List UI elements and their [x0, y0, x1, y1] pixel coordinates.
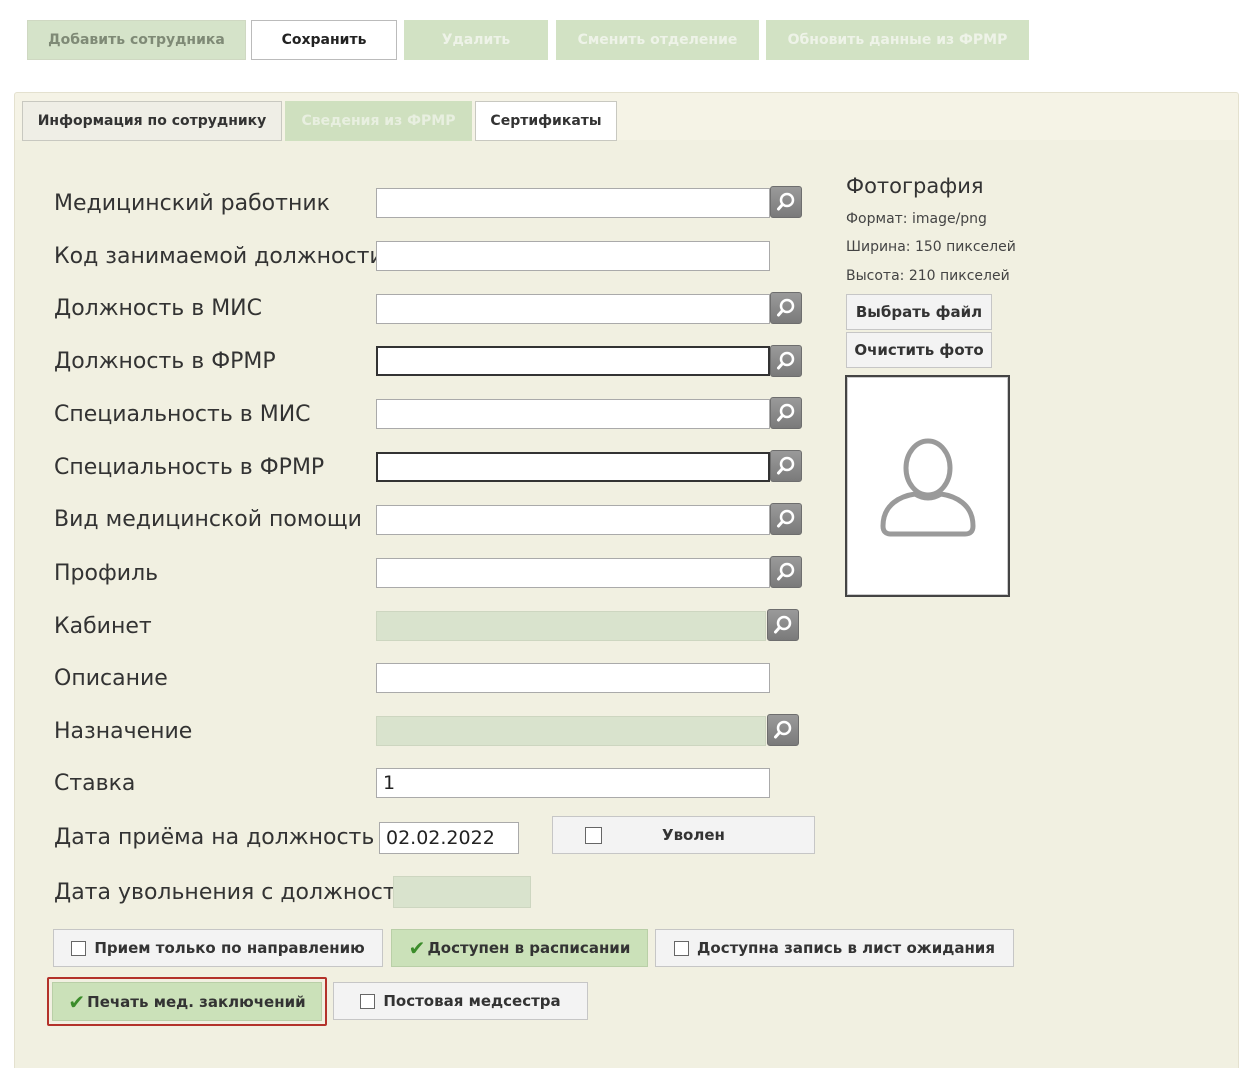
- hire-date-label: Дата приёма на должность: [54, 825, 375, 850]
- change-department-button[interactable]: Сменить отделение: [556, 20, 759, 60]
- specialty-mis-label: Специальность в МИС: [54, 402, 311, 427]
- medical-worker-input[interactable]: [376, 188, 770, 218]
- referral-only-checkbox-button[interactable]: Прием только по направлению: [53, 929, 383, 967]
- profile-lookup-button[interactable]: [770, 556, 802, 588]
- dismissed-label: Уволен: [662, 826, 725, 844]
- specialty-frmr-label: Специальность в ФРМР: [54, 455, 325, 480]
- checkmark-icon: ✔: [408, 936, 426, 960]
- specialty-frmr-input[interactable]: [376, 452, 770, 482]
- checkbox-icon: [674, 940, 690, 956]
- update-frmr-button[interactable]: Обновить данные из ФРМР: [766, 20, 1029, 60]
- specialty-mis-lookup-button[interactable]: [770, 397, 802, 429]
- cabinet-input[interactable]: [376, 611, 766, 641]
- profile-input[interactable]: [376, 558, 770, 588]
- waiting-list-checkbox-button[interactable]: Доступна запись в лист ожидания: [655, 929, 1014, 967]
- in-schedule-checkbox-button[interactable]: ✔ Доступен в расписании: [391, 929, 648, 967]
- checkbox-icon: [360, 993, 376, 1009]
- assignment-input[interactable]: [376, 716, 766, 746]
- position-frmr-lookup-button[interactable]: [770, 345, 802, 377]
- choose-file-button[interactable]: Выбрать файл: [846, 294, 992, 330]
- checkbox-icon: [71, 940, 87, 956]
- assignment-label: Назначение: [54, 719, 193, 744]
- search-icon: [777, 298, 795, 317]
- dismissal-date-input[interactable]: [393, 876, 531, 908]
- add-employee-button[interactable]: Добавить сотрудника: [27, 20, 246, 60]
- waiting-list-label: Доступна запись в лист ожидания: [697, 939, 995, 957]
- hire-date-input[interactable]: [379, 822, 519, 854]
- print-med-reports-checkbox-button[interactable]: ✔ Печать мед. заключений: [52, 982, 322, 1021]
- photo-title: Фотография: [846, 174, 984, 198]
- referral-only-label: Прием только по направлению: [94, 939, 365, 957]
- photo-preview: [845, 375, 1010, 597]
- user-avatar-icon: [879, 438, 976, 537]
- search-icon: [777, 192, 795, 211]
- checkmark-icon: ✔: [68, 989, 86, 1014]
- search-icon: [777, 403, 795, 422]
- tab-certificates[interactable]: Сертификаты: [475, 101, 617, 141]
- search-icon: [777, 509, 795, 528]
- care-type-label: Вид медицинской помощи: [54, 507, 362, 532]
- position-mis-lookup-button[interactable]: [770, 292, 802, 324]
- checkbox-icon: [585, 826, 602, 844]
- description-input[interactable]: [376, 663, 770, 693]
- rate-label: Ставка: [54, 771, 136, 796]
- position-code-label: Код занимаемой должности: [54, 244, 384, 269]
- ward-nurse-checkbox-button[interactable]: Постовая медсестра: [333, 982, 588, 1020]
- dismissed-checkbox-button[interactable]: Уволен: [552, 816, 815, 854]
- description-label: Описание: [54, 666, 168, 691]
- position-mis-label: Должность в МИС: [54, 296, 263, 321]
- search-icon: [777, 562, 795, 581]
- ward-nurse-label: Постовая медсестра: [383, 992, 561, 1010]
- cabinet-label: Кабинет: [54, 614, 152, 639]
- cabinet-lookup-button[interactable]: [767, 609, 799, 641]
- search-icon: [777, 351, 795, 370]
- assignment-lookup-button[interactable]: [767, 714, 799, 746]
- save-button[interactable]: Сохранить: [251, 20, 397, 60]
- specialty-mis-input[interactable]: [376, 399, 770, 429]
- search-icon: [777, 456, 795, 475]
- tab-frmr-info[interactable]: Сведения из ФРМР: [285, 101, 472, 141]
- care-type-input[interactable]: [376, 505, 770, 535]
- rate-input[interactable]: [376, 768, 770, 798]
- delete-button[interactable]: Удалить: [404, 20, 548, 60]
- care-type-lookup-button[interactable]: [770, 503, 802, 535]
- tab-employee-info[interactable]: Информация по сотруднику: [22, 101, 282, 141]
- photo-width: Ширина: 150 пикселей: [846, 239, 1016, 255]
- position-frmr-label: Должность в ФРМР: [54, 349, 276, 374]
- photo-height: Высота: 210 пикселей: [846, 268, 1010, 284]
- clear-photo-button[interactable]: Очистить фото: [846, 332, 992, 368]
- dismissal-date-label: Дата увольнения с должности: [54, 880, 410, 905]
- photo-format: Формат: image/png: [846, 211, 987, 227]
- search-icon: [774, 720, 792, 739]
- profile-label: Профиль: [54, 561, 159, 586]
- search-icon: [774, 615, 792, 634]
- medical-worker-label: Медицинский работник: [54, 191, 330, 216]
- in-schedule-label: Доступен в расписании: [427, 939, 631, 957]
- specialty-frmr-lookup-button[interactable]: [770, 450, 802, 482]
- position-frmr-input[interactable]: [376, 346, 770, 376]
- medical-worker-lookup-button[interactable]: [770, 186, 802, 218]
- position-mis-input[interactable]: [376, 294, 770, 324]
- print-med-reports-label: Печать мед. заключений: [87, 992, 306, 1011]
- position-code-input[interactable]: [376, 241, 770, 271]
